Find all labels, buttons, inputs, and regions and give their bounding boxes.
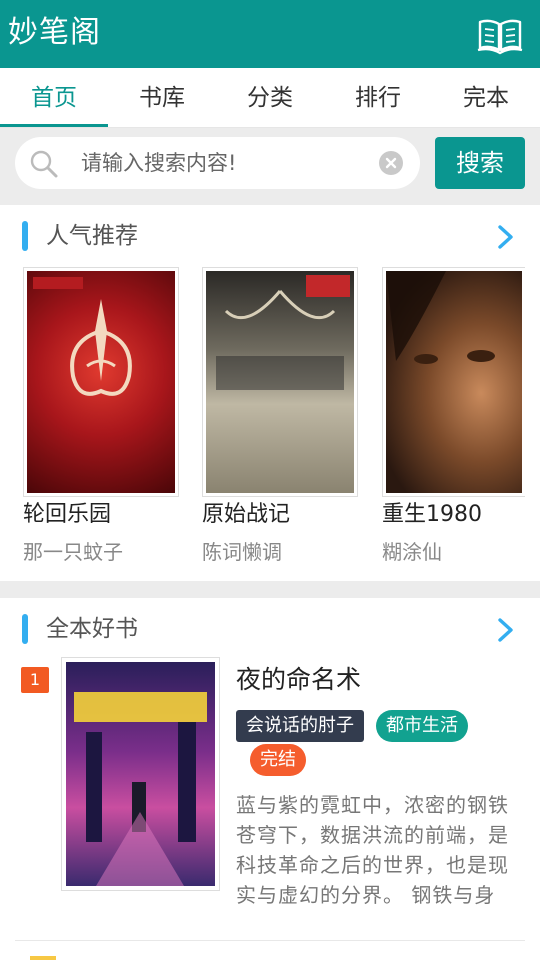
book-author: 糊涂仙: [382, 540, 442, 564]
book-cover[interactable]: [382, 267, 525, 497]
book-title[interactable]: 原始战记: [202, 499, 290, 531]
chevron-right-icon[interactable]: [494, 616, 518, 644]
tab-library[interactable]: 书库: [108, 68, 216, 127]
tab-home[interactable]: 首页: [0, 68, 108, 127]
book-title[interactable]: 夜的命名术: [236, 662, 361, 698]
top-bar: 妙笔阁: [0, 0, 540, 68]
section-header: 人气推荐: [0, 205, 540, 267]
cover-image: [386, 271, 522, 493]
cover-image: [66, 662, 215, 886]
tab-ranking[interactable]: 排行: [324, 68, 432, 127]
app-title: 妙笔阁: [8, 15, 101, 50]
book-title[interactable]: 重生1980: [382, 499, 482, 531]
book-cover[interactable]: [61, 657, 220, 891]
status-tag: 完结: [250, 744, 306, 776]
popular-section: 人气推荐 轮回乐园 那一只蚊子 原始战记 陈词懒调 重生1980 糊涂仙: [0, 205, 540, 581]
book-cover[interactable]: [202, 267, 358, 497]
rank-badge: 1: [21, 667, 49, 693]
book-author: 陈词懒调: [202, 540, 282, 564]
section-header: 全本好书: [0, 598, 540, 660]
next-rank-badge: [30, 956, 56, 960]
book-cover[interactable]: [23, 267, 179, 497]
cover-image: [206, 271, 354, 493]
tab-completed[interactable]: 完本: [432, 68, 540, 127]
section-accent-bar: [22, 221, 28, 251]
open-book-icon[interactable]: [476, 14, 524, 56]
genre-tag[interactable]: 都市生活: [376, 710, 468, 742]
main-tabs: 首页 书库 分类 排行 完本: [0, 68, 540, 128]
section-accent-bar: [22, 614, 28, 644]
full-books-section: 全本好书 1 夜的命名术 会说话的肘子 都市生活 完结 蓝与紫的霓虹中，浓密的钢…: [0, 598, 540, 960]
book-title[interactable]: 轮回乐园: [23, 499, 111, 531]
search-button[interactable]: 搜索: [435, 137, 525, 189]
book-author: 那一只蚊子: [23, 540, 123, 564]
search-row: 搜索: [0, 128, 540, 204]
divider: [15, 940, 525, 941]
tab-category[interactable]: 分类: [216, 68, 324, 127]
author-tag[interactable]: 会说话的肘子: [236, 710, 364, 742]
section-title: 全本好书: [46, 616, 138, 642]
section-title: 人气推荐: [46, 223, 138, 249]
search-box: [15, 137, 420, 189]
chevron-right-icon[interactable]: [494, 223, 518, 251]
search-input[interactable]: [81, 145, 371, 181]
book-description: 蓝与紫的霓虹中，浓密的钢铁苍穹下，数据洪流的前端，是科技革命之后的世界，也是现实…: [236, 793, 509, 907]
search-icon: [30, 150, 58, 178]
clear-icon[interactable]: [379, 151, 403, 175]
cover-image: [27, 271, 175, 493]
